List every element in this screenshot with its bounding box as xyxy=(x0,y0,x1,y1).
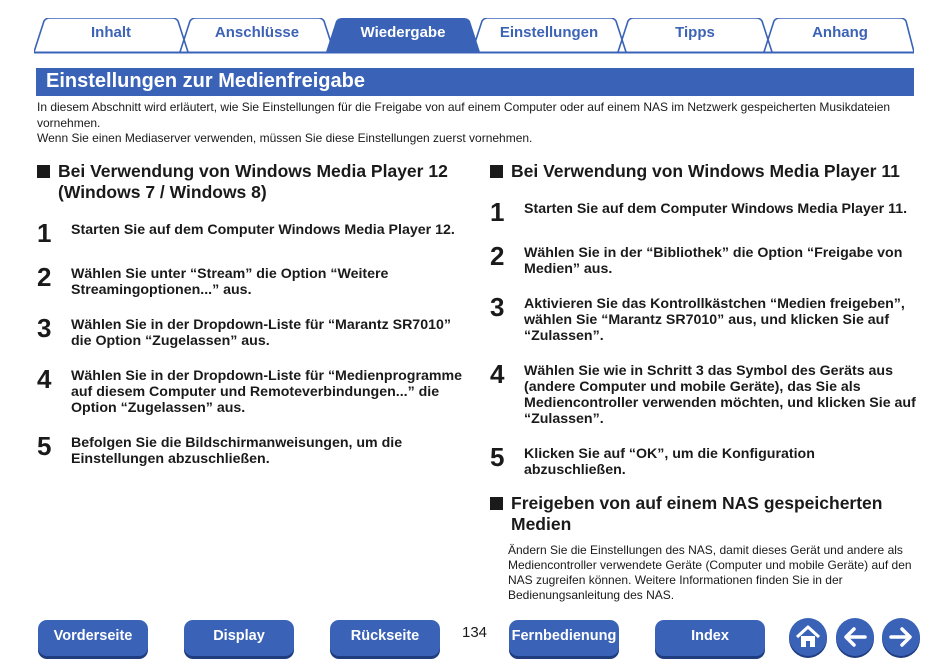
step-list: 1 Starten Sie auf dem Computer Windows M… xyxy=(37,217,467,467)
step-item: 5 Klicken Sie auf “OK”, um die Konfigura… xyxy=(490,441,918,478)
step-number: 2 xyxy=(490,241,505,271)
step-text: Wählen Sie unter “Stream” die Option “We… xyxy=(71,266,389,298)
arrow-right-icon xyxy=(889,627,912,647)
step-text: Wählen Sie in der “Bibliothek” die Optio… xyxy=(524,245,903,277)
tab-einstellungen[interactable]: Einstellungen xyxy=(482,24,616,44)
tab-wiedergabe[interactable]: Wiedergabe xyxy=(336,24,470,44)
step-text: Wählen Sie wie in Schritt 3 das Symbol d… xyxy=(524,363,916,427)
step-item: 4 Wählen Sie in der Dropdown-Liste für “… xyxy=(37,363,467,416)
home-button[interactable] xyxy=(789,618,827,656)
back-button[interactable] xyxy=(836,618,874,656)
section-heading-line: Freigeben von auf einem NAS gespeicherte… xyxy=(511,493,883,513)
tab-tipps[interactable]: Tipps xyxy=(628,24,762,44)
remote-control-button[interactable]: Fernbedienung xyxy=(509,620,619,656)
step-item: 4 Wählen Sie wie in Schritt 3 das Symbol… xyxy=(490,358,918,427)
intro-text: In diesem Abschnitt wird erläutert, wie … xyxy=(37,100,912,147)
tab-bar: Inhalt Anschlüsse Wiedergabe Einstellung… xyxy=(34,18,914,54)
section-heading-line: Bei Verwendung von Windows Media Player … xyxy=(58,161,448,181)
step-text: Starten Sie auf dem Computer Windows Med… xyxy=(71,222,455,238)
intro-paragraph: Wenn Sie einen Mediaserver verwenden, mü… xyxy=(37,131,533,145)
tab-anhang[interactable]: Anhang xyxy=(774,24,906,44)
step-text: Befolgen Sie die Bildschirmanweisungen, … xyxy=(71,435,403,467)
section-heading-line: Medien xyxy=(511,514,572,534)
section-nas: Freigeben von auf einem NAS gespeicherte… xyxy=(490,493,918,603)
page-number: 134 xyxy=(462,624,488,641)
front-panel-button[interactable]: Vorderseite xyxy=(38,620,148,656)
step-text: Klicken Sie auf “OK”, um die Konfigurati… xyxy=(524,446,815,478)
step-number: 4 xyxy=(37,364,52,394)
step-number: 3 xyxy=(37,313,52,343)
section-heading: Freigeben von auf einem NAS gespeicherte… xyxy=(490,493,918,535)
square-bullet-icon xyxy=(490,165,503,178)
step-item: 1 Starten Sie auf dem Computer Windows M… xyxy=(37,217,467,247)
tab-inhalt[interactable]: Inhalt xyxy=(44,24,178,44)
step-number: 4 xyxy=(490,359,505,389)
rear-panel-button[interactable]: Rückseite xyxy=(330,620,440,656)
step-text: Starten Sie auf dem Computer Windows Med… xyxy=(524,201,908,217)
step-item: 3 Aktivieren Sie das Kontrollkästchen “M… xyxy=(490,291,918,344)
step-number: 5 xyxy=(490,442,505,472)
step-item: 3 Wählen Sie in der Dropdown-Liste für “… xyxy=(37,312,467,349)
section-wmp12: Bei Verwendung von Windows Media Player … xyxy=(37,161,467,481)
step-text: Aktivieren Sie das Kontrollkästchen “Med… xyxy=(524,296,905,344)
section-heading-line: (Windows 7 / Windows 8) xyxy=(58,182,267,202)
step-number: 1 xyxy=(490,197,505,227)
section-heading: Bei Verwendung von Windows Media Player … xyxy=(37,161,467,203)
display-button[interactable]: Display xyxy=(184,620,294,656)
step-item: 2 Wählen Sie unter “Stream” die Option “… xyxy=(37,261,467,298)
section-heading: Bei Verwendung von Windows Media Player … xyxy=(490,161,918,182)
section-heading-line: Bei Verwendung von Windows Media Player … xyxy=(511,161,900,181)
forward-button[interactable] xyxy=(882,618,920,656)
page-title: Einstellungen zur Medienfreigabe xyxy=(36,68,914,96)
step-item: 2 Wählen Sie in der “Bibliothek” die Opt… xyxy=(490,240,918,277)
tab-anschluesse[interactable]: Anschlüsse xyxy=(190,24,324,44)
step-number: 1 xyxy=(37,218,52,248)
step-list: 1 Starten Sie auf dem Computer Windows M… xyxy=(490,196,918,478)
step-text: Wählen Sie in der Dropdown-Liste für “Ma… xyxy=(71,317,451,349)
square-bullet-icon xyxy=(37,165,50,178)
intro-paragraph: In diesem Abschnitt wird erläutert, wie … xyxy=(37,100,891,130)
step-number: 2 xyxy=(37,262,52,292)
section-wmp11: Bei Verwendung von Windows Media Player … xyxy=(490,161,918,492)
nas-body-text: Ändern Sie die Einstellungen des NAS, da… xyxy=(508,543,912,602)
step-number: 5 xyxy=(37,431,52,461)
square-bullet-icon xyxy=(490,497,503,510)
home-icon xyxy=(795,625,821,647)
step-number: 3 xyxy=(490,292,505,322)
index-button[interactable]: Index xyxy=(655,620,765,656)
step-item: 5 Befolgen Sie die Bildschirmanweisungen… xyxy=(37,430,467,467)
step-item: 1 Starten Sie auf dem Computer Windows M… xyxy=(490,196,918,226)
step-text: Wählen Sie in der Dropdown-Liste für “Me… xyxy=(71,368,462,416)
arrow-left-icon xyxy=(844,627,867,647)
